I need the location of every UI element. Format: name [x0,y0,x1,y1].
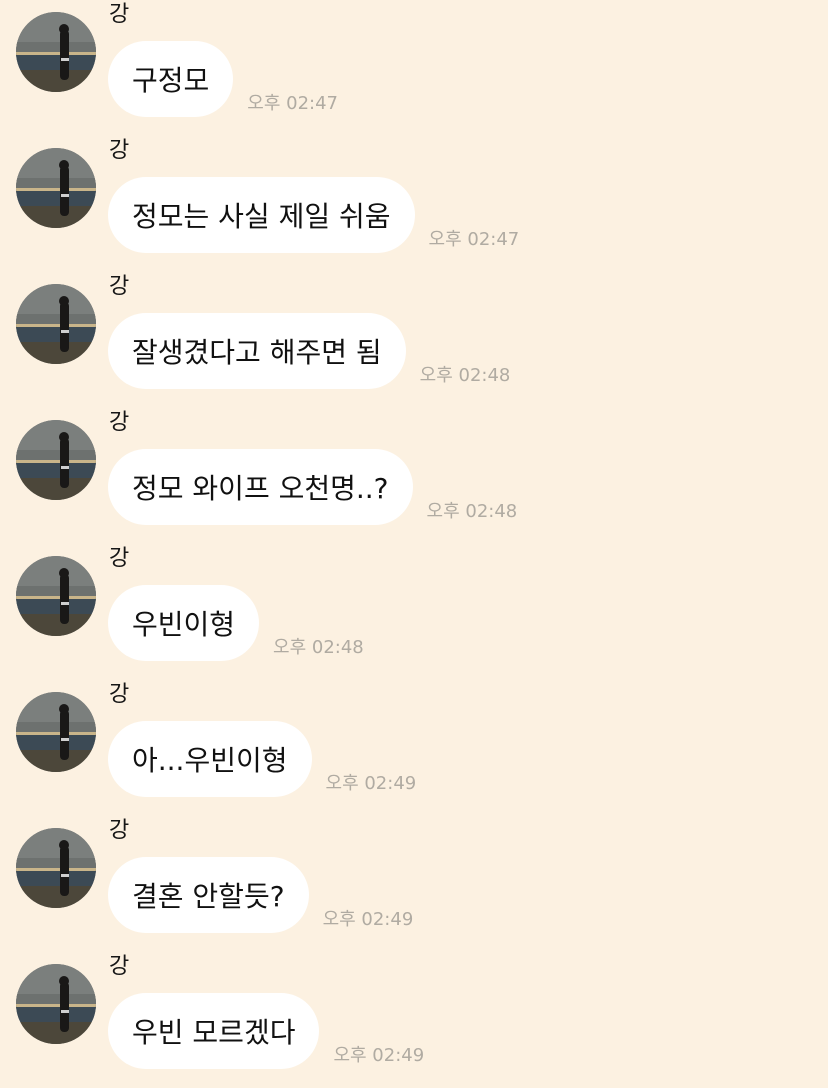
message-row: 잘생겼다고 해주면 됨 오후 02:48 [108,313,510,389]
avatar-photo [16,556,96,636]
message-bubble[interactable]: 우빈이형 [108,585,260,661]
message-row: 정모는 사실 제일 쉬움 오후 02:47 [108,177,519,253]
message-time: 오후 02:47 [428,229,520,250]
sender-name: 강 [109,274,130,299]
message-item: 강 정모 와이프 오천명..? 오후 02:48 [0,408,828,544]
message-bubble[interactable]: 구정모 [108,41,234,117]
message-item: 강 아...우빈이형 오후 02:49 [0,680,828,816]
avatar[interactable] [16,964,96,1044]
avatar[interactable] [16,556,96,636]
avatar-photo [16,692,96,772]
message-item: 강 우빈이형 오후 02:48 [0,544,828,680]
avatar-photo [16,964,96,1044]
message-time: 오후 02:48 [419,365,511,386]
message-item: 강 잘생겼다고 해주면 됨 오후 02:48 [0,272,828,408]
chat-message-list[interactable]: 강 구정모 오후 02:47 강 정모는 사실 제일 쉬움 오후 02:47 강… [0,0,828,1087]
avatar[interactable] [16,420,96,500]
message-time: 오후 02:49 [322,909,414,930]
message-item: 강 구정모 오후 02:47 [0,0,828,136]
avatar[interactable] [16,692,96,772]
sender-name: 강 [109,410,130,435]
message-bubble[interactable]: 정모 와이프 오천명..? [108,449,413,525]
avatar[interactable] [16,284,96,364]
message-item: 강 우빈 모르겠다 오후 02:49 [0,952,828,1088]
avatar[interactable] [16,12,96,92]
sender-name: 강 [109,954,130,979]
sender-name: 강 [109,2,130,27]
sender-name: 강 [109,818,130,843]
avatar[interactable] [16,148,96,228]
message-item: 강 정모는 사실 제일 쉬움 오후 02:47 [0,136,828,272]
message-time: 오후 02:48 [273,637,364,658]
message-bubble[interactable]: 아...우빈이형 [108,721,312,797]
avatar-photo [16,284,96,364]
message-row: 구정모 오후 02:47 [108,41,338,117]
avatar-photo [16,420,96,500]
message-time: 오후 02:48 [426,501,518,522]
avatar[interactable] [16,828,96,908]
message-time: 오후 02:49 [333,1045,425,1066]
avatar-photo [16,12,96,92]
message-time: 오후 02:49 [325,773,417,794]
message-row: 우빈이형 오후 02:48 [108,585,364,661]
message-row: 아...우빈이형 오후 02:49 [108,721,416,797]
message-row: 정모 와이프 오천명..? 오후 02:48 [108,449,517,525]
message-item: 강 결혼 안할듯? 오후 02:49 [0,816,828,952]
sender-name: 강 [109,546,130,571]
avatar-photo [16,828,96,908]
message-row: 결혼 안할듯? 오후 02:49 [108,857,413,933]
message-time: 오후 02:47 [247,93,338,114]
message-bubble[interactable]: 우빈 모르겠다 [108,993,320,1069]
message-bubble[interactable]: 잘생겼다고 해주면 됨 [108,313,406,389]
message-bubble[interactable]: 정모는 사실 제일 쉬움 [108,177,415,253]
sender-name: 강 [109,682,130,707]
sender-name: 강 [109,138,130,163]
avatar-photo [16,148,96,228]
message-bubble[interactable]: 결혼 안할듯? [108,857,309,933]
message-row: 우빈 모르겠다 오후 02:49 [108,993,424,1069]
